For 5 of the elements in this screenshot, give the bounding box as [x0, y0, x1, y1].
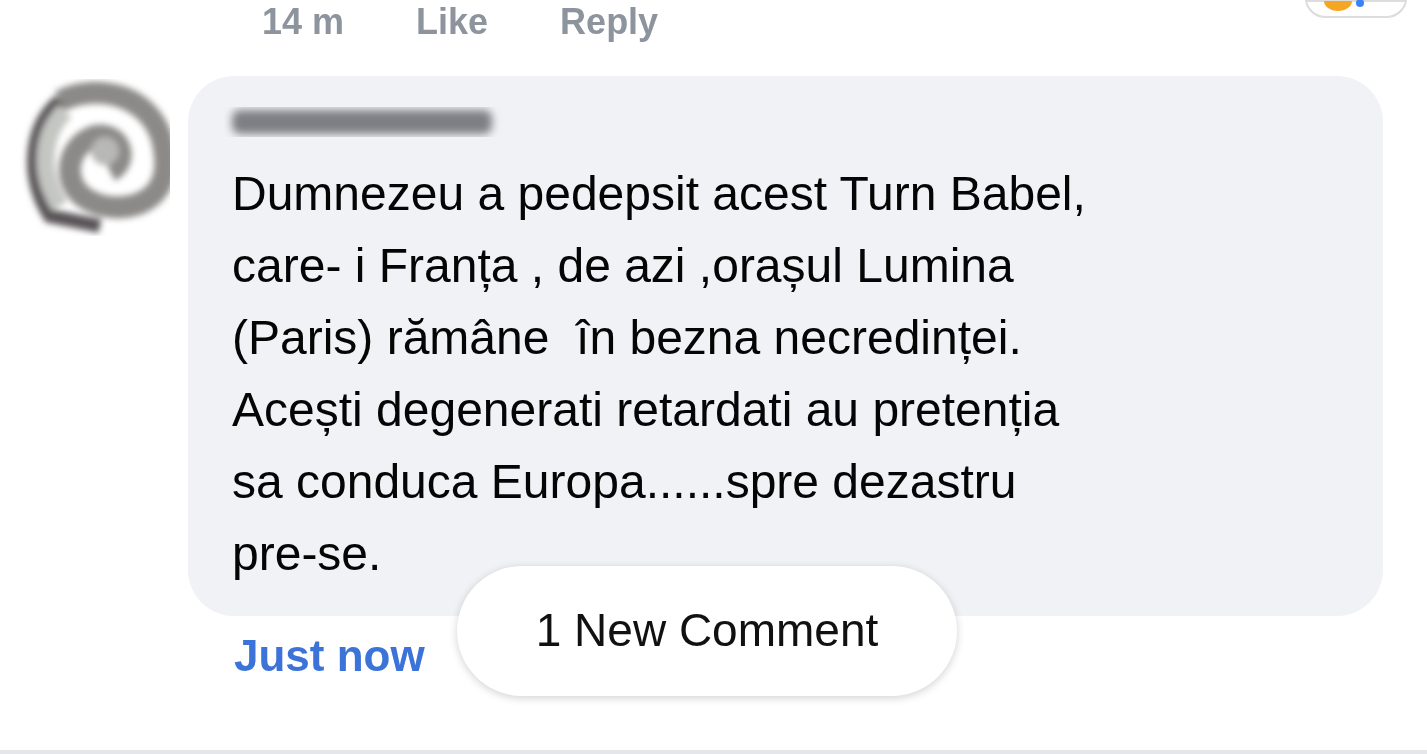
comment-time: 14 m: [262, 4, 345, 40]
reply-link[interactable]: Reply: [560, 4, 659, 40]
like-link[interactable]: Like: [416, 4, 489, 40]
new-comment-pill[interactable]: 1 New Comment: [457, 566, 957, 696]
comment-time: Just now: [234, 634, 425, 678]
